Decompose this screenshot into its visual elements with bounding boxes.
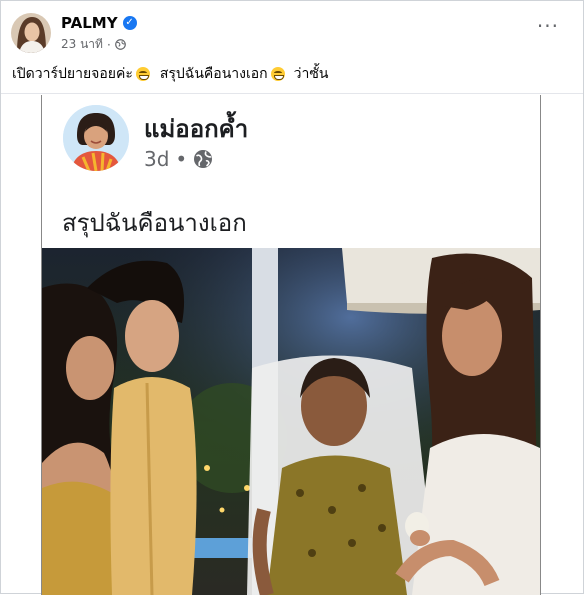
facebook-post: PALMY ✓ 23 นาที · ··· เปิดวาร์ปยายจอยค่ะ…	[0, 0, 584, 595]
separator-dot: •	[175, 147, 188, 171]
post-time[interactable]: 23 นาที	[61, 35, 103, 54]
shared-post-text: สรุปฉันคือนางเอก	[62, 209, 247, 237]
author-name[interactable]: PALMY	[61, 14, 118, 32]
more-options-icon[interactable]: ···	[537, 16, 559, 36]
shared-post-meta: 3d •	[144, 147, 213, 171]
shared-author-name: แม่ออกค้ำ	[144, 115, 249, 143]
post-meta: 23 นาที ·	[61, 35, 126, 54]
caption-text-2: สรุปฉันคือนางเอก	[159, 66, 268, 82]
shared-post-image[interactable]: แม่ออกค้ำ 3d • สรุปฉันคือนางเอก	[41, 95, 541, 595]
globe-icon	[114, 39, 126, 50]
shared-post-time: 3d	[144, 147, 170, 171]
divider	[1, 93, 583, 94]
grinning-face-emoji-icon	[135, 67, 150, 81]
verified-badge-icon: ✓	[122, 16, 137, 30]
shared-author-avatar	[63, 105, 129, 171]
post-caption: เปิดวาร์ปยายจอยค่ะ สรุปฉันคือนางเอก ว่าซ…	[12, 63, 328, 85]
separator-dot: ·	[106, 37, 111, 52]
movie-scene-photo	[42, 248, 540, 595]
caption-text-1: เปิดวาร์ปยายจอยค่ะ	[12, 66, 133, 82]
globe-icon	[194, 150, 213, 168]
caption-text-3: ว่าซั้น	[293, 66, 329, 82]
author-name-row: PALMY ✓	[61, 14, 137, 32]
author-avatar[interactable]	[11, 13, 51, 53]
grinning-face-emoji-icon	[270, 67, 285, 81]
